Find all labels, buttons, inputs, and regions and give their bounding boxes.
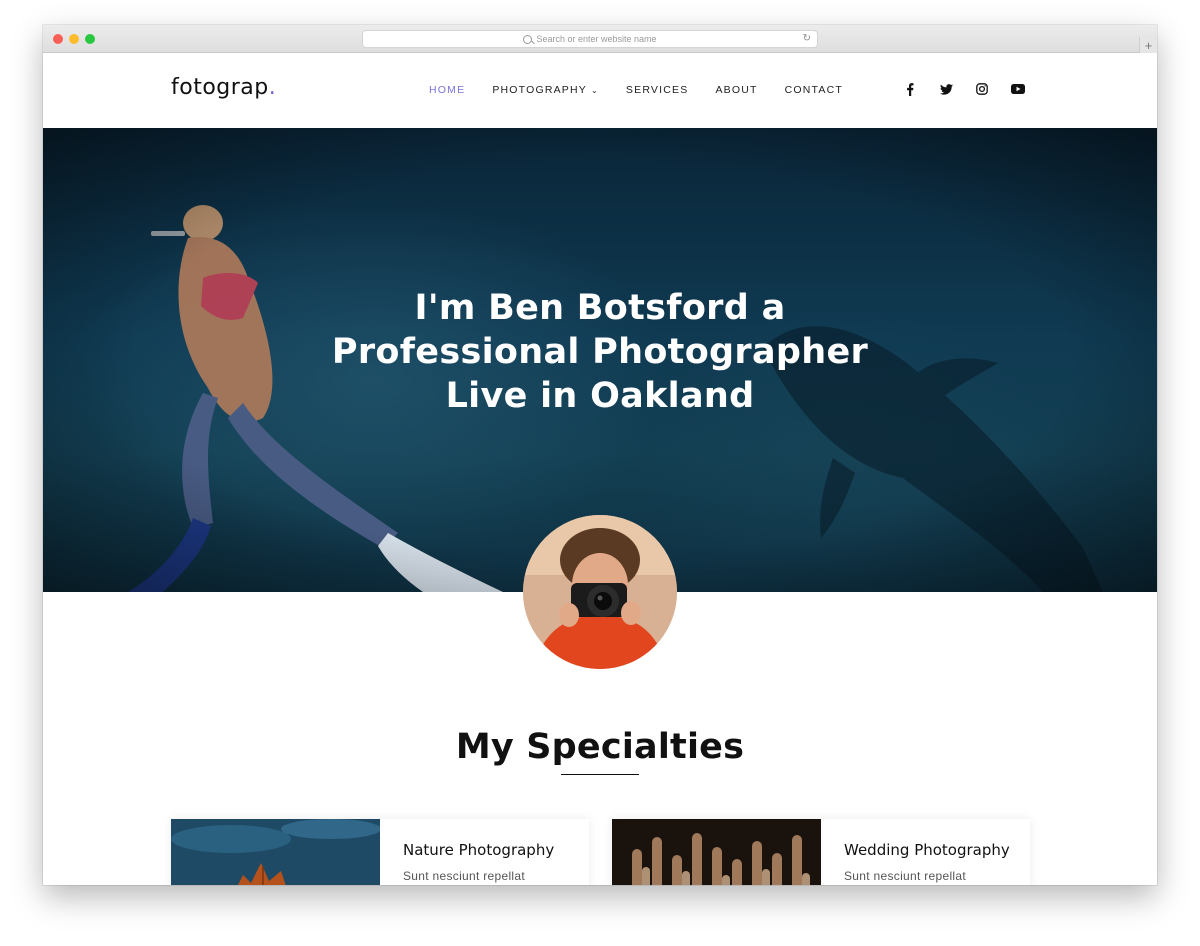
- address-placeholder: Search or enter website name: [536, 34, 657, 44]
- card-title: Wedding Photography: [844, 841, 1010, 859]
- nav-item-contact[interactable]: CONTACT: [785, 84, 843, 96]
- card-text: Sunt nesciunt repellat: [844, 869, 967, 883]
- nav-item-photography[interactable]: PHOTOGRAPHY ⌄: [492, 84, 599, 96]
- specialty-card-wedding[interactable]: Wedding Photography Sunt nesciunt repell…: [612, 819, 1030, 885]
- main-nav: HOME PHOTOGRAPHY ⌄ SERVICES ABOUT CONTACT: [429, 84, 870, 96]
- profile-avatar: [523, 515, 677, 669]
- facebook-icon[interactable]: [903, 82, 917, 96]
- instagram-icon[interactable]: [975, 82, 989, 96]
- hero-line: Professional Photographer: [331, 332, 869, 372]
- hero-line: I'm Ben Botsford a: [414, 288, 786, 328]
- browser-window: Search or enter website name ↻ + fotogra…: [43, 25, 1157, 885]
- hero-line: Live in Oakland: [445, 376, 755, 416]
- nav-item-photography-label: PHOTOGRAPHY: [492, 84, 588, 96]
- nav-item-home[interactable]: HOME: [429, 84, 465, 96]
- nature-card-image: [171, 819, 380, 885]
- minimize-window-button[interactable]: [69, 34, 79, 44]
- twitter-icon[interactable]: [939, 82, 953, 96]
- logo-dot: .: [268, 75, 277, 100]
- nav-item-about[interactable]: ABOUT: [715, 84, 757, 96]
- search-icon: [523, 34, 533, 44]
- hero-heading: I'm Ben Botsford a Professional Photogra…: [43, 286, 1157, 418]
- zoom-window-button[interactable]: [85, 34, 95, 44]
- address-bar[interactable]: Search or enter website name ↻: [362, 30, 818, 48]
- chevron-down-icon: ⌄: [591, 85, 599, 95]
- nav-item-services[interactable]: SERVICES: [626, 84, 689, 96]
- card-text: Sunt nesciunt repellat: [403, 869, 526, 883]
- logo-text: fotograp: [171, 75, 269, 100]
- site-header: fotograp. HOME PHOTOGRAPHY ⌄ SERVICES ABO…: [43, 53, 1157, 128]
- card-title: Nature Photography: [403, 841, 555, 859]
- wedding-card-image: [612, 819, 821, 885]
- new-tab-button[interactable]: +: [1139, 37, 1157, 53]
- reload-icon[interactable]: ↻: [803, 33, 811, 44]
- site-logo[interactable]: fotograp.: [171, 75, 276, 100]
- social-links: [903, 82, 1047, 96]
- specialty-card-nature[interactable]: Nature Photography Sunt nesciunt repella…: [171, 819, 589, 885]
- specialties-heading: My Specialties: [455, 727, 745, 767]
- heading-underline: [561, 774, 639, 775]
- browser-toolbar: Search or enter website name ↻ +: [43, 25, 1157, 53]
- youtube-icon[interactable]: [1011, 82, 1025, 96]
- close-window-button[interactable]: [53, 34, 63, 44]
